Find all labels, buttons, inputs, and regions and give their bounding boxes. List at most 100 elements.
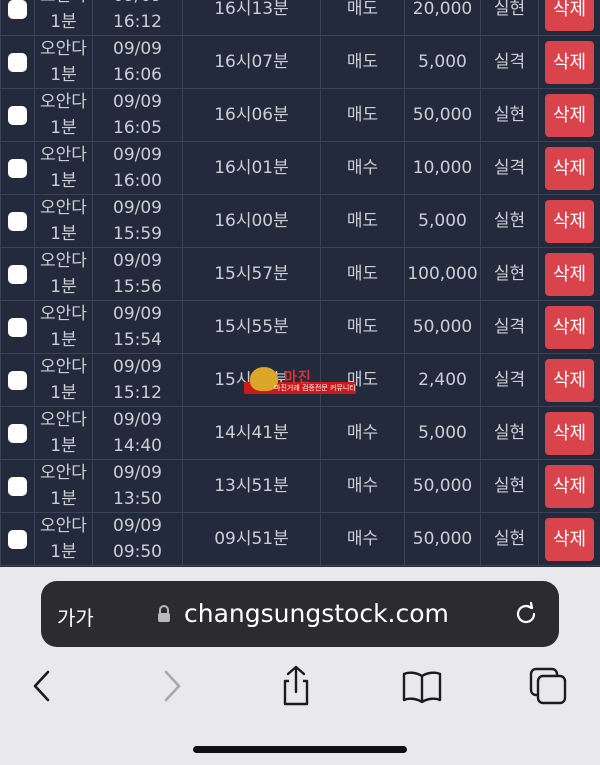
product-cell: 오안다 1분 <box>34 406 93 460</box>
row-select-cell[interactable] <box>0 35 35 89</box>
table-row: 오안다 1분 09/09 16:06 16시07분 매도 5,000 실격 삭제 <box>0 35 600 89</box>
order-date: 09/09 <box>113 410 162 430</box>
round-cell: 14시41분 <box>182 406 321 460</box>
order-time-cell: 09/09 14:40 <box>92 406 183 460</box>
order-date: 09/09 <box>113 463 162 483</box>
delete-cell: 삭제 <box>538 300 600 354</box>
checkbox-icon[interactable] <box>8 317 27 337</box>
product-name: 오안다 <box>36 0 92 9</box>
delete-cell: 삭제 <box>538 141 600 195</box>
delete-button[interactable]: 삭제 <box>545 411 594 455</box>
order-date: 09/09 <box>113 304 162 324</box>
product-cell: 오안다 1분 <box>34 247 93 301</box>
round-cell: 15시55분 <box>182 300 321 354</box>
checkbox-icon[interactable] <box>8 105 27 125</box>
side-cell: 매수 <box>320 459 405 513</box>
delete-button[interactable]: 삭제 <box>545 199 594 243</box>
row-select-cell[interactable] <box>0 247 35 301</box>
row-select-cell[interactable] <box>0 512 35 566</box>
product-name: 오안다 <box>40 39 87 59</box>
amount-cell: 5,000 <box>404 194 481 248</box>
amount-cell: 10,000 <box>404 141 481 195</box>
order-time: 16:00 <box>113 171 162 191</box>
row-select-cell[interactable] <box>0 300 35 354</box>
row-select-cell[interactable] <box>0 194 35 248</box>
back-icon[interactable] <box>20 664 64 708</box>
reload-icon[interactable] <box>513 601 539 627</box>
order-time-cell: 09/09 15:12 <box>92 353 183 407</box>
row-select-cell[interactable] <box>0 459 35 513</box>
checkbox-icon[interactable] <box>8 423 27 443</box>
checkbox-icon[interactable] <box>8 52 27 72</box>
side-cell: 매도 <box>320 194 405 248</box>
order-time-cell: 09/09 13:50 <box>92 459 183 513</box>
table-row: 오안다 1분 09/09 16:12 16시13분 매도 20,000 실현 삭제 <box>0 0 600 36</box>
checkbox-icon[interactable] <box>8 370 27 390</box>
side-cell: 매도 <box>320 247 405 301</box>
order-time-cell: 09/09 16:12 <box>92 0 183 36</box>
result-cell: 실현 <box>480 406 539 460</box>
product-interval: 1분 <box>50 489 77 509</box>
result-cell: 실현 <box>480 247 539 301</box>
table-row: 오안다 1분 09/09 16:05 16시06분 매도 50,000 실현 삭제 <box>0 88 600 142</box>
checkbox-icon[interactable] <box>8 158 27 178</box>
amount-cell: 2,400 <box>404 353 481 407</box>
delete-button[interactable]: 삭제 <box>545 146 594 190</box>
checkbox-icon[interactable] <box>8 529 27 549</box>
share-icon[interactable] <box>274 664 318 708</box>
delete-button[interactable]: 삭제 <box>545 0 594 31</box>
delete-cell: 삭제 <box>538 512 600 566</box>
table-row: 오안다 1분 09/09 15:59 16시00분 매도 5,000 실현 삭제 <box>0 194 600 248</box>
tabs-icon[interactable] <box>526 664 570 708</box>
address-bar[interactable]: 가가 changsungstock.com <box>41 581 559 647</box>
product-name: 오안다 <box>40 145 87 165</box>
result-cell: 실현 <box>480 459 539 513</box>
product-interval: 1분 <box>50 118 77 138</box>
delete-button[interactable]: 삭제 <box>545 93 594 137</box>
row-select-cell[interactable] <box>0 141 35 195</box>
row-select-cell[interactable] <box>0 353 35 407</box>
delete-button[interactable]: 삭제 <box>545 305 594 349</box>
product-name: 오안다 <box>40 198 87 218</box>
result-cell: 실격 <box>480 35 539 89</box>
watermark-subtitle: 마진거래 검증전문 커뮤니티 <box>274 384 356 392</box>
order-time-cell: 09/09 16:00 <box>92 141 183 195</box>
result-cell: 실격 <box>480 300 539 354</box>
delete-cell: 삭제 <box>538 247 600 301</box>
delete-button[interactable]: 삭제 <box>545 40 594 84</box>
delete-button[interactable]: 삭제 <box>545 252 594 296</box>
round-cell: 13시51분 <box>182 459 321 513</box>
bookmarks-icon[interactable] <box>400 664 444 708</box>
side-cell: 매도 <box>320 88 405 142</box>
order-time: 15:12 <box>113 383 162 403</box>
order-time-cell: 09/09 16:06 <box>92 35 183 89</box>
order-time: 16:05 <box>113 118 162 138</box>
row-select-cell[interactable] <box>0 88 35 142</box>
table-row: 오안다 1분 09/09 13:50 13시51분 매수 50,000 실현 삭제 <box>0 459 600 513</box>
row-select-cell[interactable] <box>0 406 35 460</box>
delete-button[interactable]: 삭제 <box>545 464 594 508</box>
checkbox-icon[interactable] <box>8 476 27 496</box>
checkbox-icon[interactable] <box>8 264 27 284</box>
checkbox-icon[interactable] <box>8 0 27 19</box>
order-time-cell: 09/09 09:50 <box>92 512 183 566</box>
forward-icon[interactable] <box>150 664 194 708</box>
delete-button[interactable]: 삭제 <box>545 358 594 402</box>
row-select-cell[interactable] <box>0 0 35 36</box>
text-size-button[interactable]: 가가 <box>57 602 94 631</box>
delete-button[interactable]: 삭제 <box>545 517 594 561</box>
result-cell: 실현 <box>480 0 539 36</box>
product-interval: 1분 <box>50 65 77 85</box>
product-interval: 1분 <box>50 436 77 456</box>
home-indicator <box>193 746 407 753</box>
product-name: 오안다 <box>40 410 87 430</box>
product-interval: 1분 <box>50 224 77 244</box>
amount-cell: 50,000 <box>404 459 481 513</box>
checkbox-icon[interactable] <box>8 211 27 231</box>
product-cell: 오안다 1분 <box>34 459 93 513</box>
round-cell: 16시00분 <box>182 194 321 248</box>
order-date: 09/09 <box>113 198 162 218</box>
product-interval: 1분 <box>50 330 77 350</box>
product-name: 오안다 <box>40 516 87 536</box>
product-name: 오안다 <box>40 251 87 271</box>
